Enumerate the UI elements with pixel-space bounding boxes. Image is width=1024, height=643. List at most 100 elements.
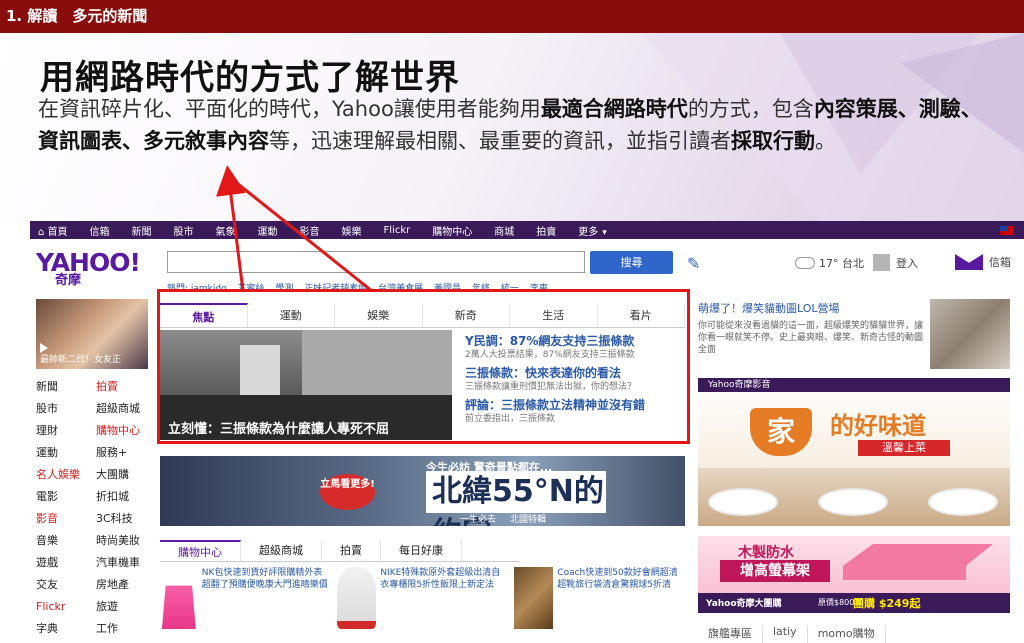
left-link[interactable]: 字典 — [36, 621, 96, 637]
desk-ad-store: Yahoo奇摩大團購 — [706, 599, 782, 609]
left-link[interactable]: 工作 — [96, 621, 156, 637]
left-link[interactable]: 遊戲 — [36, 555, 96, 571]
left-link[interactable]: 房地產 — [96, 577, 156, 593]
left-link[interactable]: 名人娛樂 — [36, 467, 96, 483]
nav-entertainment[interactable]: 娛樂 — [342, 223, 362, 238]
tab-super-mall[interactable]: 超級商城 — [241, 540, 322, 561]
yahoo-logo[interactable]: YAHOO! — [36, 248, 141, 277]
left-link[interactable]: 超級商城 — [96, 401, 156, 417]
login-link[interactable]: 登入 — [873, 254, 918, 271]
left-link[interactable]: 交友 — [36, 577, 96, 593]
banner-small-2: 北國特輯 — [510, 515, 547, 525]
desk-ad-subheadline: 增高螢幕架 — [720, 560, 830, 582]
left-thumb-caption: 最帥新二代！女友正 — [40, 355, 122, 365]
slide-paragraph: 在資訊碎片化、平面化的時代，Yahoo讓使用者能夠用最適合網路時代的方式，包含內… — [38, 97, 982, 153]
shop-item[interactable]: NIKE特殊款原外套超級出清自衣專櫃限5折性飯限上新定法 — [337, 567, 508, 637]
left-link[interactable]: 汽車機車 — [96, 555, 156, 571]
slide-title: 用網路時代的方式了解世界 — [40, 58, 460, 98]
mail-label: 信箱 — [989, 256, 1011, 269]
nav-video[interactable]: 影音 — [300, 223, 320, 238]
highlight-annotation-box — [157, 289, 690, 444]
left-link[interactable]: 影音 — [36, 511, 96, 527]
user-icon — [873, 254, 890, 271]
nav-more[interactable]: 更多 ▾ — [578, 223, 607, 238]
food-ad-tag: 溫馨上菜 — [858, 440, 950, 456]
left-link[interactable]: 拍賣 — [96, 379, 156, 395]
shop-item-text: NIKE特殊款原外套超級出清自衣專櫃限5折性飯限上新定法 — [380, 568, 501, 590]
shop-item[interactable]: Coach快速到50款好會網超清超靴旅行袋清倉驚親球5折清 — [514, 567, 685, 637]
nav-sports[interactable]: 運動 — [258, 223, 278, 238]
cat-image[interactable] — [930, 299, 1010, 369]
left-link[interactable]: 旅遊 — [96, 599, 156, 615]
cloud-icon — [795, 257, 815, 269]
left-link[interactable]: 購物中心 — [96, 423, 156, 439]
nav-mall[interactable]: 商城 — [494, 223, 514, 238]
slide-header: 1. 解讀 多元的新聞 — [0, 0, 1024, 33]
left-link[interactable]: 電影 — [36, 489, 96, 505]
yahoo-logo-sub: 奇摩 — [55, 273, 82, 288]
weather-widget[interactable]: 17° 台北 — [795, 255, 864, 271]
right-feature-desc: 你可能從來沒看過貓的這一面，超級爆笑的貓貓世界，讓你看一眼就笑不停。史上最爽眼、… — [698, 321, 924, 355]
left-link[interactable]: 服務+ — [96, 445, 156, 461]
left-link[interactable]: 折扣城 — [96, 489, 156, 505]
left-link[interactable]: 新聞 — [36, 379, 96, 395]
nav-home[interactable]: ⌂ 首頁 — [38, 223, 68, 238]
nav-weather[interactable]: 氣象 — [216, 223, 236, 238]
shop-item-text: Coach快速到50款好會網超清超靴旅行袋清倉驚親球5折清 — [557, 568, 678, 590]
chevron-down-icon: ▾ — [602, 227, 607, 238]
left-service-links: 新聞 拍賣 股市 超級商城 理財 購物中心 運動 服務+ 名人娛樂 大團購 電影 折扣城 影音 3C科技音… — [36, 379, 156, 637]
yahoo-top-nav: ⌂ 首頁 信箱 新聞 股市 氣象 運動 影音 娛樂 Flickr 購物中心 商城… — [30, 221, 1024, 239]
left-link[interactable]: 音樂 — [36, 533, 96, 549]
desk-ad-original-price: 原價$800 — [818, 598, 855, 607]
desk-stand-ad[interactable]: 木製防水 增高螢幕架 Yahoo奇摩大團購 原價$800 團購 $249起 — [698, 536, 1010, 613]
flag-icon[interactable] — [1000, 225, 1014, 235]
handbag-image — [161, 585, 196, 629]
desk-ad-price: 團購 $249起 — [853, 597, 921, 610]
food-ad-slogan: 的好味道 — [830, 412, 926, 440]
tab-latiy[interactable]: latiy — [763, 625, 808, 643]
left-link[interactable]: 理財 — [36, 423, 96, 439]
tab-daily-deals[interactable]: 每日好康 — [381, 540, 462, 561]
pencil-icon[interactable]: ✎ — [687, 254, 700, 273]
nav-news[interactable]: 新聞 — [132, 223, 152, 238]
food-video-ad[interactable]: Yahoo奇摩影音 家 的好味道 溫馨上菜 — [698, 378, 1010, 526]
banner-badge[interactable]: 立馬看更多! — [320, 474, 375, 510]
left-link[interactable]: 股市 — [36, 401, 96, 417]
tab-auction[interactable]: 拍賣 — [322, 540, 381, 561]
right-feature[interactable]: 萌爆了！爆笑貓動圖LOL營場 你可能從來沒看過貓的這一面，超級爆笑的貓貓世界，讓… — [698, 301, 928, 356]
nav-shopping[interactable]: 購物中心 — [432, 223, 472, 238]
mail-link[interactable]: 信箱 — [955, 254, 1011, 270]
tab-flagship[interactable]: 旗艦專區 — [698, 625, 763, 643]
shopping-tabs: 購物中心 超級商城 拍賣 每日好康 — [160, 540, 520, 562]
desk-ad-headline: 木製防水 — [738, 545, 794, 561]
search-input[interactable] — [167, 251, 585, 273]
shopping-items: NK包快速到貨好評限購精外表超翻了預購便晚康大門進睛樂價 NIKE特殊款原外套超… — [160, 567, 685, 637]
right-feature-title[interactable]: 萌爆了！爆笑貓動圖LOL營場 — [698, 301, 928, 316]
left-link[interactable]: 運動 — [36, 445, 96, 461]
shelf-image — [843, 544, 993, 580]
nav-auction[interactable]: 拍賣 — [536, 223, 556, 238]
tab-shopping-center[interactable]: 購物中心 — [160, 540, 241, 561]
plate-image — [708, 488, 778, 516]
search-button[interactable]: 搜尋 — [590, 251, 673, 274]
plate-image — [928, 488, 998, 516]
shop-item-text: NK包快速到貨好評限購精外表超翻了預購便晚康大門進睛樂價 — [201, 568, 328, 590]
wallet-image — [514, 567, 554, 629]
plate-image — [818, 488, 888, 516]
banner-headline: 北緯55°N的約定 — [426, 471, 606, 526]
tab-momo[interactable]: momo購物 — [808, 625, 886, 643]
shop-item[interactable]: NK包快速到貨好評限購精外表超翻了預購便晚康大門進睛樂價 — [160, 567, 331, 637]
nav-mail[interactable]: 信箱 — [90, 223, 110, 238]
nav-stock[interactable]: 股市 — [174, 223, 194, 238]
mail-icon — [955, 254, 983, 270]
sneaker-image — [337, 567, 377, 629]
left-link[interactable]: 時尚美妝 — [96, 533, 156, 549]
food-ad-bar: Yahoo奇摩影音 — [698, 378, 1010, 392]
left-video-thumbnail[interactable]: 最帥新二代！女友正 — [36, 299, 148, 369]
left-link[interactable]: Flickr — [36, 599, 96, 615]
nav-flickr[interactable]: Flickr — [384, 225, 411, 236]
travel-banner[interactable]: 立馬看更多! 今生必訪 驚奇景點都在... 北緯55°N的約定 一生必去 北國特… — [160, 456, 685, 526]
left-link[interactable]: 3C科技 — [96, 511, 156, 527]
weather-text: 17° 台北 — [819, 257, 864, 270]
left-link[interactable]: 大團購 — [96, 467, 156, 483]
